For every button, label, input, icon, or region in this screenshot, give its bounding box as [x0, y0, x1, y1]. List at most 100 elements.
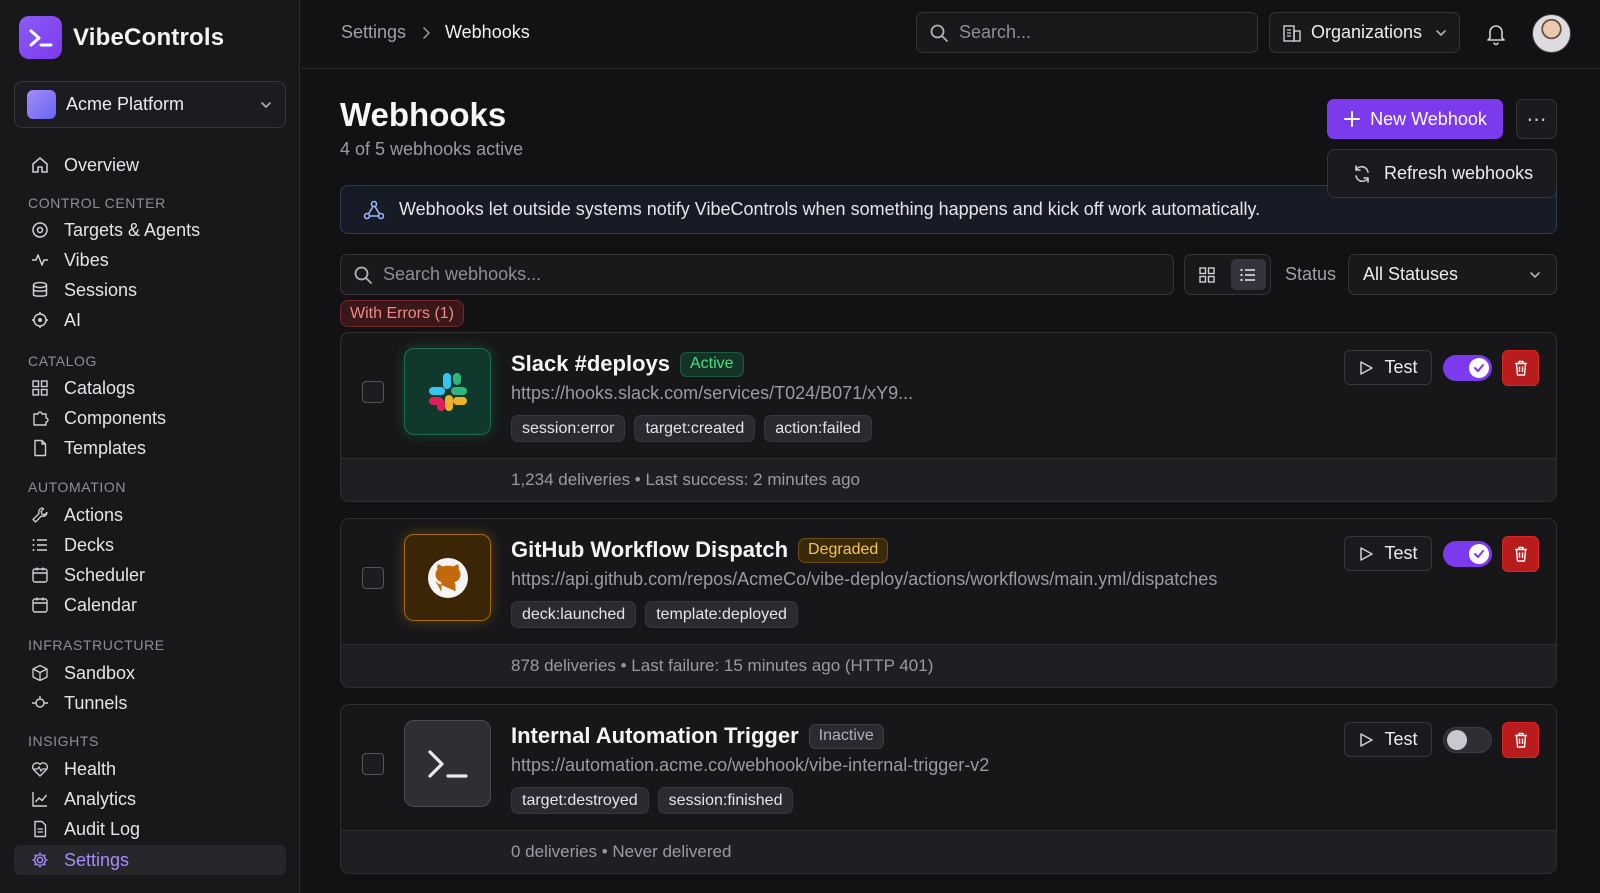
enabled-toggle[interactable] — [1443, 541, 1492, 567]
enabled-toggle[interactable] — [1443, 727, 1492, 753]
check-icon — [1474, 364, 1484, 373]
sidebar-item-overview[interactable]: Overview — [14, 150, 286, 180]
sidebar-item-sandbox[interactable]: Sandbox — [14, 658, 286, 688]
database-icon — [30, 280, 50, 300]
sidebar-item-scheduler[interactable]: Scheduler — [14, 560, 286, 590]
status-filter-label: Status — [1285, 264, 1337, 284]
org-name: Acme Platform — [66, 94, 185, 114]
topbar: Settings Webhooks Search... Organization… — [301, 0, 1600, 69]
grid-icon — [30, 378, 50, 398]
sidebar-item-calendar[interactable]: Calendar — [14, 590, 286, 620]
webhook-name[interactable]: Slack #deploys — [511, 351, 670, 377]
select-checkbox[interactable] — [362, 753, 384, 775]
list-icon — [30, 535, 50, 555]
sidebar-item-analytics[interactable]: Analytics — [14, 784, 286, 814]
sidebar-item-label: Vibes — [64, 249, 109, 270]
delivery-stats: 1,234 deliveries • Last success: 2 minut… — [341, 458, 1556, 501]
play-icon — [1360, 546, 1374, 561]
sidebar-item-health[interactable]: Health — [14, 754, 286, 784]
sidebar-item-settings[interactable]: Settings — [14, 845, 286, 875]
webhook-card: Slack #deploys Active https://hooks.slac… — [340, 332, 1557, 502]
building-icon — [1283, 24, 1301, 42]
new-webhook-button[interactable]: New Webhook — [1327, 99, 1503, 139]
breadcrumb-settings[interactable]: Settings — [341, 22, 406, 43]
webhook-search-input[interactable]: Search webhooks... — [340, 254, 1174, 295]
list-view-button[interactable] — [1230, 259, 1266, 290]
event-tag: target:created — [634, 415, 756, 442]
sidebar-item-targets-agents[interactable]: Targets & Agents — [14, 215, 286, 245]
gear-icon — [30, 850, 50, 870]
delivery-stats: 0 deliveries • Never delivered — [341, 830, 1556, 873]
sidebar-item-catalogs[interactable]: Catalogs — [14, 373, 286, 403]
sidebar-item-audit-log[interactable]: Audit Log — [14, 814, 286, 844]
sidebar-item-templates[interactable]: Templates — [14, 433, 286, 463]
sidebar-item-tunnels[interactable]: Tunnels — [14, 688, 286, 718]
terminal-icon — [404, 720, 491, 807]
user-avatar[interactable] — [1532, 14, 1571, 53]
box-icon — [30, 663, 50, 683]
puzzle-icon — [30, 408, 50, 428]
enabled-toggle[interactable] — [1443, 355, 1492, 381]
sidebar-item-label: Scheduler — [64, 564, 146, 585]
sidebar-item-decks[interactable]: Decks — [14, 530, 286, 560]
delete-button[interactable] — [1502, 536, 1539, 572]
global-search-input[interactable]: Search... — [916, 12, 1258, 53]
play-icon — [1360, 732, 1374, 747]
event-tags: deck:launched template:deployed — [511, 601, 798, 628]
sidebar-item-label: Sessions — [64, 279, 138, 300]
delete-button[interactable] — [1502, 350, 1539, 386]
section-automation: AUTOMATION — [28, 479, 127, 495]
grid-view-button[interactable] — [1189, 259, 1225, 290]
refresh-webhooks-menu-item[interactable]: Refresh webhooks — [1327, 149, 1557, 198]
webhook-name[interactable]: Internal Automation Trigger — [511, 723, 799, 749]
section-control-center: CONTROL CENTER — [28, 195, 166, 211]
event-tags: session:error target:created action:fail… — [511, 415, 872, 442]
select-checkbox[interactable] — [362, 381, 384, 403]
test-button[interactable]: Test — [1344, 350, 1432, 385]
sidebar-item-sessions[interactable]: Sessions — [14, 275, 286, 305]
sidebar-item-components[interactable]: Components — [14, 403, 286, 433]
event-tag: session:finished — [657, 787, 794, 814]
sidebar-item-label: Calendar — [64, 594, 138, 615]
test-button[interactable]: Test — [1344, 536, 1432, 571]
org-selector[interactable]: Acme Platform — [14, 81, 286, 128]
sidebar-item-ai[interactable]: AI — [14, 305, 286, 335]
wrench-icon — [30, 505, 50, 525]
section-insights: INSIGHTS — [28, 733, 99, 749]
status-filter-select[interactable]: All Statuses — [1348, 254, 1557, 295]
calendar-clock-icon — [30, 565, 50, 585]
new-webhook-label: New Webhook — [1370, 108, 1487, 129]
sidebar: VibeControls Acme Platform Overview CONT… — [0, 0, 300, 893]
event-tag: deck:launched — [511, 601, 637, 628]
organizations-dropdown[interactable]: Organizations — [1269, 12, 1460, 53]
test-button[interactable]: Test — [1344, 722, 1432, 757]
webhook-url: https://automation.acme.co/webhook/vibe-… — [511, 755, 990, 775]
list-icon — [1240, 268, 1256, 281]
sidebar-item-label: Catalogs — [64, 377, 136, 398]
event-tag: session:error — [511, 415, 626, 442]
section-infrastructure: INFRASTRUCTURE — [28, 637, 165, 653]
with-errors-filter-chip[interactable]: With Errors (1) — [340, 300, 464, 327]
sidebar-item-vibes[interactable]: Vibes — [14, 245, 286, 275]
event-tag: action:failed — [764, 415, 872, 442]
github-logo-icon — [404, 534, 491, 621]
trash-icon — [1514, 546, 1527, 562]
test-label: Test — [1384, 729, 1418, 749]
event-tags: target:destroyed session:finished — [511, 787, 794, 814]
chevron-down-icon — [1436, 29, 1446, 36]
sidebar-item-label: Settings — [64, 849, 130, 870]
sidebar-item-actions[interactable]: Actions — [14, 500, 286, 530]
page-title: Webhooks — [340, 96, 507, 133]
brand[interactable]: VibeControls — [19, 16, 224, 59]
section-catalog: CATALOG — [28, 353, 98, 369]
status-badge: Inactive — [808, 723, 884, 749]
more-options-button[interactable]: ⋯ — [1516, 99, 1557, 139]
webhook-name[interactable]: GitHub Workflow Dispatch — [511, 537, 788, 563]
delete-button[interactable] — [1502, 722, 1539, 758]
webhook-card: Internal Automation Trigger Inactive htt… — [340, 704, 1557, 874]
view-toggle — [1184, 254, 1271, 295]
app-name: VibeControls — [73, 23, 225, 51]
org-avatar — [27, 90, 56, 119]
select-checkbox[interactable] — [362, 567, 384, 589]
bell-icon[interactable] — [1485, 22, 1507, 46]
